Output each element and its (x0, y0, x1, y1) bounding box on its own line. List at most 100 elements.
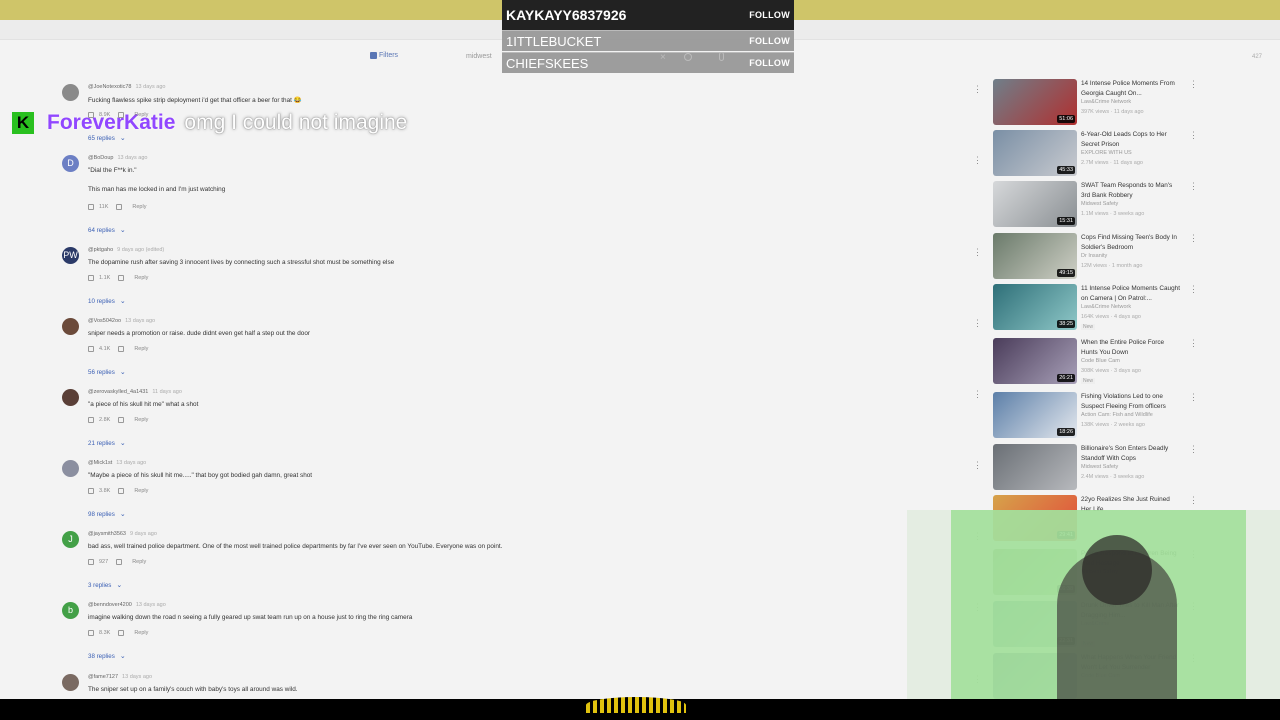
more-options-icon[interactable]: ⋮ (973, 460, 982, 471)
replies-toggle[interactable]: 64 replies ⌄ (88, 226, 126, 234)
microphone-icon[interactable] (719, 52, 724, 61)
like-icon[interactable] (88, 275, 94, 281)
more-options-icon[interactable]: ⋮ (1189, 495, 1198, 506)
video-channel[interactable]: Dr Insanity (1081, 253, 1107, 259)
more-options-icon[interactable]: ⋮ (1189, 130, 1198, 141)
more-options-icon[interactable]: ⋮ (1189, 284, 1198, 295)
dislike-icon[interactable] (116, 204, 123, 210)
comment-author[interactable]: @BoDoup (88, 155, 113, 161)
video-channel[interactable]: Action Cam: Fish and Wildlife (1081, 412, 1153, 418)
like-icon[interactable] (88, 630, 94, 636)
video-title[interactable]: Fishing Violations Led to one Suspect Fl… (1081, 392, 1181, 412)
replies-toggle[interactable]: 3 replies ⌄ (88, 581, 122, 589)
comment-author[interactable]: @fame7127 (88, 674, 118, 680)
comment-author[interactable]: @benndover4200 (88, 602, 132, 608)
dislike-icon[interactable] (118, 112, 125, 118)
more-options-icon[interactable]: ⋮ (1189, 444, 1198, 455)
dislike-icon[interactable] (118, 417, 125, 423)
replies-toggle[interactable]: 65 replies ⌄ (88, 134, 126, 142)
dislike-icon[interactable] (118, 630, 125, 636)
clear-search-icon[interactable]: × (660, 52, 666, 63)
dislike-icon[interactable] (118, 488, 125, 494)
related-video-item[interactable]: 51:06 14 Intense Police Moments From Geor… (993, 79, 1203, 127)
like-icon[interactable] (88, 488, 94, 494)
comment-author[interactable]: @pktgaho (88, 247, 113, 253)
video-channel[interactable]: Law&Crime Network (1081, 99, 1131, 105)
related-video-item[interactable]: 26:21 When the Entire Police Force Hunts … (993, 338, 1203, 386)
more-options-icon[interactable]: ⋮ (1189, 233, 1198, 244)
more-options-icon[interactable]: ⋮ (1189, 181, 1198, 192)
like-icon[interactable] (88, 204, 94, 210)
comment-author[interactable]: @jaysmith3563 (88, 531, 126, 537)
reply-button[interactable]: Reply (134, 488, 148, 494)
video-title[interactable]: When the Entire Police Force Hunts You D… (1081, 338, 1181, 358)
video-thumbnail[interactable]: 38:25 (993, 284, 1077, 330)
related-video-item[interactable]: 45:33 6-Year-Old Leads Cops to Her Secret… (993, 130, 1203, 178)
reply-button[interactable]: Reply (134, 275, 148, 281)
avatar[interactable] (62, 318, 79, 335)
like-icon[interactable] (88, 112, 94, 118)
avatar[interactable]: b (62, 602, 79, 619)
comment-author[interactable]: @zerovaskylled_4a1431 (88, 389, 148, 395)
reply-button[interactable]: Reply (134, 630, 148, 636)
video-thumbnail[interactable] (993, 444, 1077, 490)
avatar[interactable] (62, 674, 79, 691)
video-thumbnail[interactable]: 18:26 (993, 392, 1077, 438)
dislike-icon[interactable] (116, 559, 123, 565)
more-options-icon[interactable]: ⋮ (1189, 392, 1198, 403)
dislike-icon[interactable] (118, 275, 125, 281)
avatar[interactable]: PW (62, 247, 79, 264)
like-icon[interactable] (88, 346, 94, 352)
video-channel[interactable]: Law&Crime Network (1081, 304, 1131, 310)
related-video-item[interactable]: 18:26 Fishing Violations Led to one Suspe… (993, 392, 1203, 440)
video-title[interactable]: 14 Intense Police Moments From Georgia C… (1081, 79, 1181, 99)
more-options-icon[interactable]: ⋮ (1189, 338, 1198, 349)
replies-toggle[interactable]: 98 replies ⌄ (88, 510, 126, 518)
search-icon[interactable] (684, 53, 692, 61)
comment-author[interactable]: @JoeNotexotic78 (88, 84, 132, 90)
video-thumbnail[interactable]: 51:06 (993, 79, 1077, 125)
avatar[interactable]: J (62, 531, 79, 548)
avatar[interactable]: D (62, 155, 79, 172)
video-channel[interactable]: Code Blue Cam (1081, 358, 1120, 364)
related-video-item[interactable]: 15:31 SWAT Team Responds to Man's 3rd Ban… (993, 181, 1203, 229)
more-options-icon[interactable]: ⋮ (973, 318, 982, 329)
video-channel[interactable]: Midwest Safety (1081, 464, 1118, 470)
more-options-icon[interactable]: ⋮ (973, 155, 982, 166)
reply-button[interactable]: Reply (134, 346, 148, 352)
avatar[interactable] (62, 460, 79, 477)
video-thumbnail[interactable]: 49:15 (993, 233, 1077, 279)
video-title[interactable]: SWAT Team Responds to Man's 3rd Bank Rob… (1081, 181, 1181, 201)
filters-button[interactable]: Filters (370, 52, 398, 59)
search-input[interactable]: midwest (466, 53, 492, 60)
video-thumbnail[interactable]: 15:31 (993, 181, 1077, 227)
video-title[interactable]: Billionaire's Son Enters Deadly Standoff… (1081, 444, 1181, 464)
related-video-item[interactable]: Billionaire's Son Enters Deadly Standoff… (993, 444, 1203, 492)
avatar[interactable] (62, 389, 79, 406)
comment-author[interactable]: @Mick1st (88, 460, 112, 466)
follow-button[interactable]: FOLLOW (749, 10, 790, 20)
reply-button[interactable]: Reply (132, 559, 146, 565)
replies-toggle[interactable]: 38 replies ⌄ (88, 652, 126, 660)
reply-button[interactable]: Reply (132, 204, 146, 210)
video-title[interactable]: Cops Find Missing Teen's Body In Soldier… (1081, 233, 1181, 253)
reply-button[interactable]: Reply (134, 417, 148, 423)
video-title[interactable]: 6-Year-Old Leads Cops to Her Secret Pris… (1081, 130, 1181, 150)
replies-toggle[interactable]: 21 replies ⌄ (88, 439, 126, 447)
comment-author[interactable]: @Vos5042oo (88, 318, 121, 324)
video-channel[interactable]: Midwest Safety (1081, 201, 1118, 207)
more-options-icon[interactable]: ⋮ (973, 247, 982, 258)
like-icon[interactable] (88, 417, 94, 423)
avatar[interactable] (62, 84, 79, 101)
like-icon[interactable] (88, 559, 94, 565)
related-video-item[interactable]: 49:15 Cops Find Missing Teen's Body In So… (993, 233, 1203, 281)
video-thumbnail[interactable]: 45:33 (993, 130, 1077, 176)
video-thumbnail[interactable]: 26:21 (993, 338, 1077, 384)
replies-toggle[interactable]: 56 replies ⌄ (88, 368, 126, 376)
video-channel[interactable]: EXPLORE WITH US (1081, 150, 1132, 156)
reply-button[interactable]: Reply (134, 112, 148, 118)
related-video-item[interactable]: 38:25 11 Intense Police Moments Caught on… (993, 284, 1203, 332)
more-options-icon[interactable]: ⋮ (973, 84, 982, 95)
replies-toggle[interactable]: 10 replies ⌄ (88, 297, 126, 305)
more-options-icon[interactable]: ⋮ (1189, 79, 1198, 90)
